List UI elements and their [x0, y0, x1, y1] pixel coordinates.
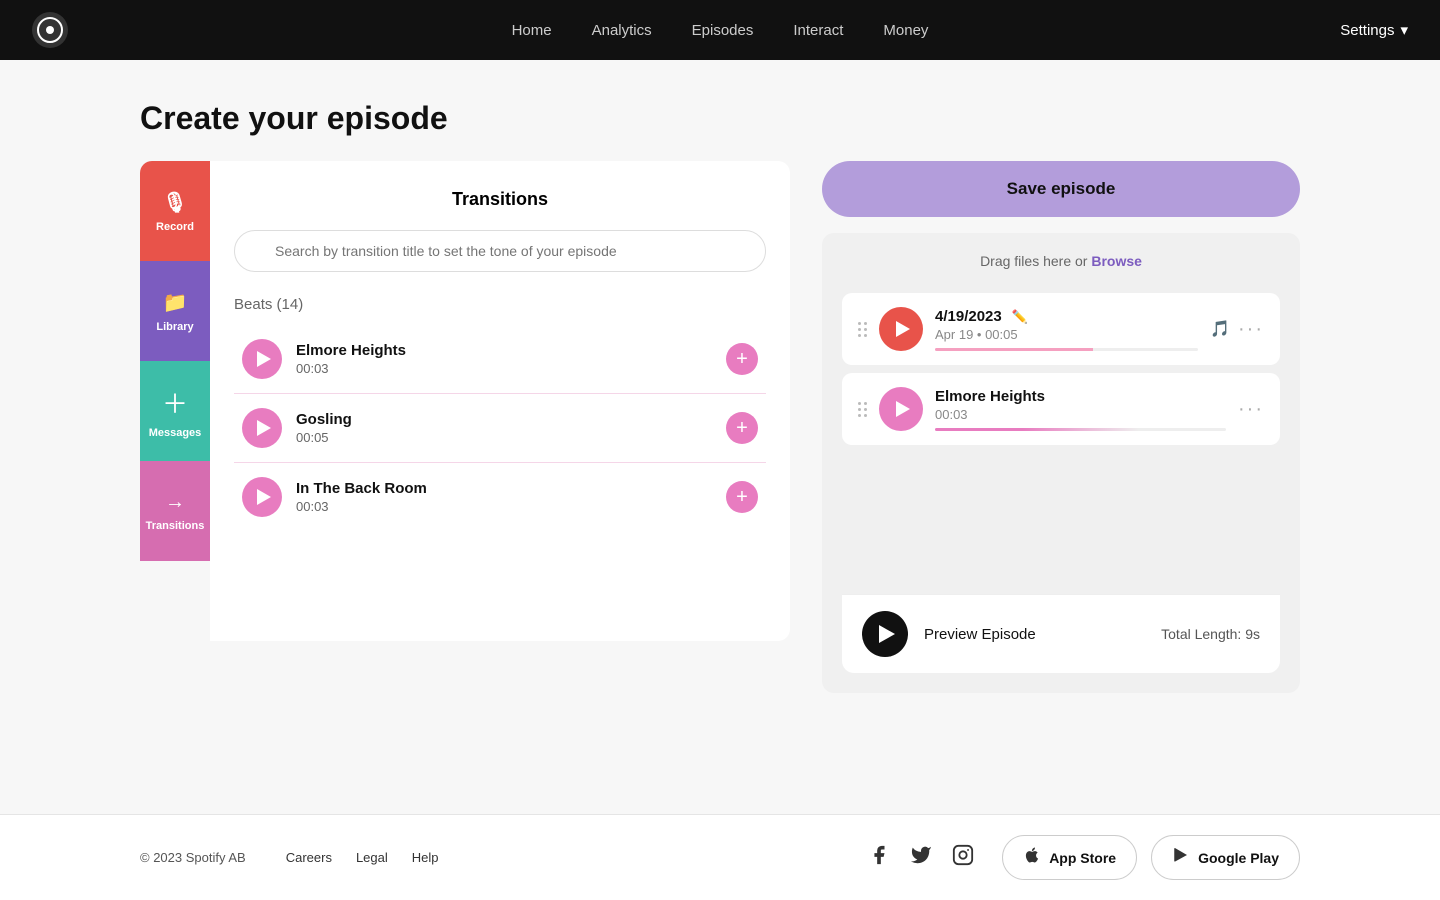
- episode-track-actions: 🎵 ···: [1210, 318, 1264, 341]
- footer-social: [868, 844, 974, 872]
- main-content: Create your episode 🎙 Record 📁 Library ＋…: [0, 60, 1440, 814]
- sidebar-item-record[interactable]: 🎙 Record: [140, 161, 210, 261]
- play-recording-button[interactable]: [879, 307, 923, 351]
- play-transition-button[interactable]: [879, 387, 923, 431]
- messages-icon: ＋: [162, 384, 188, 421]
- search-wrapper: [234, 230, 766, 272]
- track-duration: 00:05: [296, 430, 726, 445]
- episode-track-subtitle: 00:03: [935, 407, 1226, 422]
- footer-help-link[interactable]: Help: [412, 850, 439, 865]
- instagram-icon[interactable]: [952, 844, 974, 872]
- transitions-panel: Transitions Beats (14) Elmore Heights 00…: [210, 161, 790, 641]
- play-gosling-button[interactable]: [242, 408, 282, 448]
- facebook-icon[interactable]: [868, 844, 890, 872]
- right-panel: Save episode Drag files here or Browse: [822, 161, 1300, 693]
- transitions-title: Transitions: [234, 189, 766, 210]
- page-title: Create your episode: [140, 100, 1300, 137]
- list-item: In The Back Room 00:03 +: [234, 463, 766, 531]
- drag-handle[interactable]: [858, 322, 867, 337]
- play-elmore-heights-button[interactable]: [242, 339, 282, 379]
- twitter-icon[interactable]: [910, 844, 932, 872]
- track-name: Gosling: [296, 411, 726, 428]
- nav-episodes[interactable]: Episodes: [692, 22, 754, 39]
- total-length: Total Length: 9s: [1161, 626, 1260, 642]
- list-item: Gosling 00:05 +: [234, 394, 766, 463]
- episode-track-subtitle: Apr 19 • 00:05: [935, 327, 1198, 342]
- nav-interact[interactable]: Interact: [793, 22, 843, 39]
- sidebar-item-transitions[interactable]: → Transitions: [140, 461, 210, 561]
- music-icon: 🎵: [1210, 319, 1230, 339]
- episode-track-actions: ···: [1238, 398, 1264, 421]
- footer: © 2023 Spotify AB Careers Legal Help App…: [0, 814, 1440, 900]
- nav-analytics[interactable]: Analytics: [592, 22, 652, 39]
- navbar: Home Analytics Episodes Interact Money S…: [0, 0, 1440, 60]
- track-info: Gosling 00:05: [296, 411, 726, 445]
- preview-label: Preview Episode: [924, 626, 1145, 643]
- left-panel: 🎙 Record 📁 Library ＋ Messages → Transiti…: [140, 161, 790, 641]
- chevron-down-icon: ▾: [1400, 21, 1408, 39]
- transitions-icon: →: [165, 491, 185, 514]
- google-play-label: Google Play: [1198, 850, 1279, 866]
- browse-link[interactable]: Browse: [1091, 253, 1142, 269]
- beats-header: Beats (14): [234, 296, 766, 313]
- drag-handle[interactable]: [858, 402, 867, 417]
- microphone-icon: 🎙: [162, 190, 187, 215]
- nav-money[interactable]: Money: [883, 22, 928, 39]
- sidebar-item-messages[interactable]: ＋ Messages: [140, 361, 210, 461]
- content-row: 🎙 Record 📁 Library ＋ Messages → Transiti…: [140, 161, 1300, 693]
- sidebar-record-label: Record: [156, 221, 194, 233]
- sidebar: 🎙 Record 📁 Library ＋ Messages → Transiti…: [140, 161, 210, 641]
- library-icon: 📁: [163, 290, 188, 315]
- app-store-button[interactable]: App Store: [1002, 835, 1137, 880]
- track-duration: 00:03: [296, 361, 726, 376]
- search-input[interactable]: [234, 230, 766, 272]
- episode-track-title: 4/19/2023 ✏️: [935, 308, 1198, 325]
- app-store-label: App Store: [1049, 850, 1116, 866]
- google-play-button[interactable]: Google Play: [1151, 835, 1300, 880]
- track-duration: 00:03: [296, 499, 726, 514]
- add-track-button[interactable]: +: [726, 343, 758, 375]
- list-item: Elmore Heights 00:03 +: [234, 325, 766, 394]
- episode-track-recording: 4/19/2023 ✏️ Apr 19 • 00:05 🎵 ···: [842, 293, 1280, 365]
- sidebar-item-library[interactable]: 📁 Library: [140, 261, 210, 361]
- preview-bar: Preview Episode Total Length: 9s: [842, 594, 1280, 673]
- track-info: Elmore Heights 00:03: [296, 342, 726, 376]
- edit-icon[interactable]: ✏️: [1012, 309, 1028, 324]
- add-track-button[interactable]: +: [726, 481, 758, 513]
- settings-label: Settings: [1340, 22, 1394, 39]
- save-episode-button[interactable]: Save episode: [822, 161, 1300, 217]
- footer-legal-link[interactable]: Legal: [356, 850, 388, 865]
- add-track-button[interactable]: +: [726, 412, 758, 444]
- google-play-icon: [1172, 846, 1190, 869]
- more-options-button[interactable]: ···: [1238, 398, 1264, 421]
- footer-copyright: © 2023 Spotify AB: [140, 850, 246, 865]
- episode-track-info: Elmore Heights 00:03: [935, 388, 1226, 431]
- sidebar-messages-label: Messages: [149, 427, 202, 439]
- track-progress-bar: [935, 428, 1226, 431]
- logo: [32, 12, 68, 48]
- episode-track-title: Elmore Heights: [935, 388, 1226, 405]
- track-name: Elmore Heights: [296, 342, 726, 359]
- footer-store-buttons: App Store Google Play: [1002, 835, 1300, 880]
- more-options-button[interactable]: ···: [1238, 318, 1264, 341]
- track-progress-bar: [935, 348, 1198, 351]
- play-in-the-back-room-button[interactable]: [242, 477, 282, 517]
- footer-careers-link[interactable]: Careers: [286, 850, 332, 865]
- track-name: In The Back Room: [296, 480, 726, 497]
- apple-icon: [1023, 846, 1041, 869]
- footer-links: Careers Legal Help: [286, 850, 439, 865]
- preview-play-button[interactable]: [862, 611, 908, 657]
- episode-track-transition: Elmore Heights 00:03 ···: [842, 373, 1280, 445]
- sidebar-transitions-label: Transitions: [146, 520, 205, 532]
- drag-area: Drag files here or Browse: [842, 253, 1280, 269]
- track-list: Elmore Heights 00:03 + Gosling 00:05 +: [234, 325, 766, 531]
- nav-home[interactable]: Home: [512, 22, 552, 39]
- nav-links: Home Analytics Episodes Interact Money: [512, 22, 929, 39]
- episode-track-info: 4/19/2023 ✏️ Apr 19 • 00:05: [935, 308, 1198, 351]
- track-info: In The Back Room 00:03: [296, 480, 726, 514]
- settings-button[interactable]: Settings ▾: [1340, 21, 1408, 39]
- sidebar-library-label: Library: [156, 321, 193, 333]
- episode-panel: Drag files here or Browse 4/19/2023 ✏: [822, 233, 1300, 693]
